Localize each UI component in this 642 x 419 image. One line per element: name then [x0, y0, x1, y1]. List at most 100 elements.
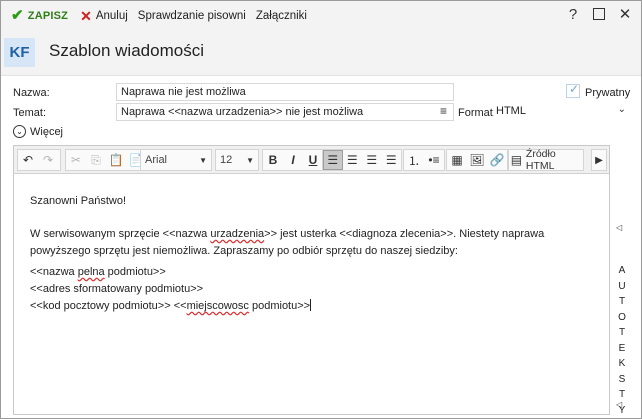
body-paragraph-text: W serwisowanym sprzęcie <<nazwa [30, 228, 211, 240]
copy-icon[interactable]: ⎘ [86, 150, 106, 170]
checkmark-icon: ✓ [569, 82, 580, 96]
address-text: podmiotu>> [104, 266, 166, 278]
more-tools-button[interactable]: ▶ [591, 149, 607, 171]
attachments-button[interactable]: Załączniki [252, 5, 311, 27]
dropdown-arrow-icon: ▼ [199, 155, 207, 165]
collapse-arrow-icon[interactable]: ◁ [616, 400, 622, 409]
editor-toolbar: ↶ ↷ ✂ ⎘ 📋 📄 Arial ▼ 12 ▼ B I U ☰ ☰ ☰ ☰ ⒈… [14, 146, 609, 174]
autotext-label: AUTOTEKSTY [615, 263, 629, 418]
format-value: HTML [496, 105, 526, 117]
chevron-down-icon: ⌄ [13, 125, 26, 138]
address-line: <<nazwa pelna podmiotu>> [30, 264, 593, 281]
subject-label: Temat: [13, 107, 47, 119]
maximize-button[interactable] [588, 3, 610, 25]
autotext-panel[interactable]: ◁ AUTOTEKSTY ◁ [612, 145, 630, 418]
misspelled-word: miejscowosc [186, 300, 249, 312]
source-icon: ▤ [510, 153, 523, 167]
bulleted-list-icon[interactable]: •≡ [424, 150, 444, 170]
save-label: ZAPISZ [27, 9, 69, 22]
close-icon: ✕ [80, 7, 92, 24]
justify-icon[interactable]: ☰ [382, 150, 401, 170]
font-family-value: Arial [145, 154, 168, 166]
checkmark-icon: ✔ [11, 7, 24, 24]
autotext-letter: K [618, 358, 626, 369]
alignment-group: ☰ ☰ ☰ ☰ [322, 149, 402, 171]
insert-group: ▦ 🖼 🔗 [446, 149, 508, 171]
address-block: <<nazwa pelna podmiotu>> <<adres sformat… [30, 264, 593, 315]
name-field[interactable]: Naprawa nie jest możliwa [116, 83, 454, 101]
undo-icon[interactable]: ↶ [18, 150, 38, 170]
address-line: <<kod pocztowy podmiotu>> <<miejscowosc … [30, 298, 593, 315]
align-left-icon[interactable]: ☰ [323, 150, 343, 170]
subject-field[interactable]: Naprawa <<nazwa urzadzenia>> nie jest mo… [116, 103, 454, 121]
spellcheck-button[interactable]: Sprawdzanie pisowni [134, 5, 250, 27]
text-caret [310, 299, 312, 311]
table-icon[interactable]: ▦ [447, 150, 467, 170]
italic-button[interactable]: I [283, 150, 303, 170]
font-family-select[interactable]: Arial ▼ [140, 149, 212, 171]
autotext-letter: U [618, 280, 626, 292]
autotext-letter: A [618, 265, 626, 276]
format-select[interactable]: HTML ⌄ [494, 103, 628, 121]
dropdown-arrow-icon: ▼ [246, 155, 254, 165]
page-title: Szablon wiadomości [49, 41, 204, 60]
private-label: Prywatny [585, 87, 631, 99]
help-icon: ? [568, 5, 578, 23]
history-group: ↶ ↷ [17, 149, 61, 171]
command-bar: ✔ ZAPISZ ✕ Anuluj Sprawdzanie pisowni Za… [1, 1, 641, 30]
image-icon[interactable]: 🖼 [467, 150, 487, 170]
address-line: <<adres sformatowany podmiotu>> [30, 283, 204, 295]
format-label: Format: [458, 107, 496, 119]
link-icon[interactable]: 🔗 [487, 150, 507, 170]
autotext-letter: S [618, 373, 626, 385]
maximize-icon [593, 8, 605, 20]
clipboard-group: ✂ ⎘ 📋 📄 [65, 149, 149, 171]
font-size-select[interactable]: 12 ▼ [215, 149, 259, 171]
source-label: Źródło HTML [525, 148, 556, 172]
address-text: <<kod pocztowy podmiotu>> << [30, 300, 187, 312]
autotext-letter: T [618, 327, 626, 338]
attachments-label: Załączniki [255, 9, 307, 22]
underline-button[interactable]: U [303, 150, 323, 170]
autotext-menu-icon[interactable]: ≡ [440, 104, 447, 118]
help-button[interactable]: ? [562, 3, 584, 25]
spellcheck-label: Sprawdzanie pisowni [137, 9, 246, 22]
editor-content[interactable]: Szanowni Państwo! W serwisowanym sprzęci… [14, 175, 609, 414]
body-paragraph: W serwisowanym sprzęcie <<nazwa urzadzen… [30, 226, 593, 260]
cut-icon[interactable]: ✂ [66, 150, 86, 170]
address-text: <<nazwa [30, 266, 78, 278]
more-label: Więcej [30, 125, 64, 138]
source-html-button[interactable]: ▤ Źródło HTML [508, 148, 584, 172]
address-text: podmiotu>> [248, 300, 311, 312]
paste-icon[interactable]: 📋 [106, 150, 126, 170]
private-checkbox[interactable]: ✓ [566, 82, 580, 98]
page-header: KF Szablon wiadomości [1, 30, 641, 76]
chevron-down-icon: ⌄ [617, 104, 626, 115]
redo-icon[interactable]: ↷ [38, 150, 58, 170]
numbered-list-icon[interactable]: ⒈ [404, 150, 424, 170]
rich-text-editor: ↶ ↷ ✂ ⎘ 📋 📄 Arial ▼ 12 ▼ B I U ☰ ☰ ☰ ☰ ⒈… [13, 145, 610, 415]
avatar: KF [4, 38, 35, 67]
align-center-icon[interactable]: ☰ [343, 150, 362, 170]
name-label: Nazwa: [13, 87, 50, 99]
subject-value: Naprawa <<nazwa urzadzenia>> nie jest mo… [121, 106, 364, 118]
cancel-button[interactable]: ✕ Anuluj [76, 5, 132, 27]
close-window-button[interactable]: ✕ [614, 3, 636, 25]
collapse-arrow-icon[interactable]: ◁ [616, 223, 622, 232]
font-size-value: 12 [220, 154, 233, 166]
cancel-label: Anuluj [95, 9, 128, 22]
autotext-letter: T [618, 296, 626, 307]
more-toggle[interactable]: ⌄ Więcej [13, 125, 63, 138]
greeting-line: Szanowni Państwo! [30, 195, 126, 207]
text-style-group: B I U [262, 149, 324, 171]
autotext-letter: E [618, 342, 626, 354]
list-group: ⒈ •≡ [403, 149, 445, 171]
play-arrow-icon: ▶ [595, 154, 603, 166]
close-window-icon: ✕ [618, 6, 632, 23]
misspelled-word: urzadzenia [210, 228, 265, 240]
align-right-icon[interactable]: ☰ [362, 150, 381, 170]
misspelled-word: pelna [77, 266, 105, 278]
autotext-letter: O [618, 311, 626, 323]
bold-button[interactable]: B [263, 150, 283, 170]
save-button[interactable]: ✔ ZAPISZ [7, 5, 72, 27]
